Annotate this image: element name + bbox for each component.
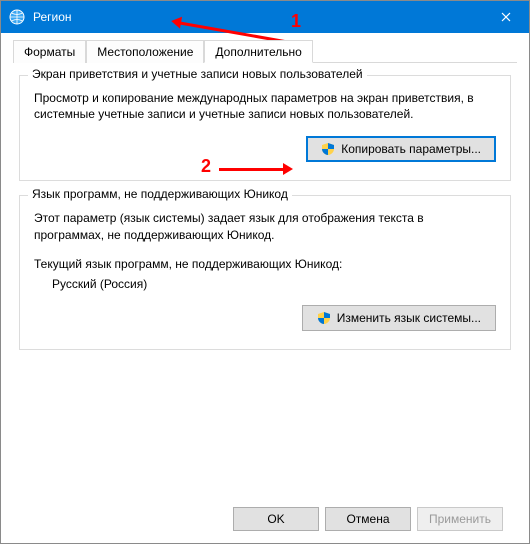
button-label: Копировать параметры... — [341, 142, 481, 156]
group-desc: Просмотр и копирование международных пар… — [34, 90, 496, 122]
dialog-footer: OK Отмена Применить — [13, 497, 517, 543]
copy-settings-button[interactable]: Копировать параметры... — [306, 136, 496, 162]
shield-icon — [317, 311, 331, 325]
annotation-1: 1 — [291, 11, 301, 32]
group-welcome-screen: Экран приветствия и учетные записи новых… — [19, 75, 511, 181]
group-legend: Экран приветствия и учетные записи новых… — [28, 67, 367, 81]
group-legend: Язык программ, не поддерживающих Юникод — [28, 187, 292, 201]
close-button[interactable] — [483, 1, 529, 33]
group-desc: Этот параметр (язык системы) задает язык… — [34, 210, 496, 242]
group-non-unicode: Язык программ, не поддерживающих Юникод … — [19, 195, 511, 349]
apply-button[interactable]: Применить — [417, 507, 503, 531]
tab-location[interactable]: Местоположение — [86, 40, 204, 63]
tab-formats[interactable]: Форматы — [13, 40, 86, 63]
tab-administrative[interactable]: Дополнительно — [204, 40, 312, 63]
titlebar: Регион — [1, 1, 529, 33]
ok-button[interactable]: OK — [233, 507, 319, 531]
button-label: Изменить язык системы... — [337, 311, 481, 325]
cancel-button[interactable]: Отмена — [325, 507, 411, 531]
current-language-value: Русский (Россия) — [52, 277, 496, 291]
globe-icon — [9, 9, 25, 25]
shield-icon — [321, 142, 335, 156]
region-dialog: Регион 1 2 Форматы Местоположение Дополн… — [0, 0, 530, 544]
client-area: Форматы Местоположение Дополнительно Экр… — [1, 33, 529, 543]
window-title: Регион — [33, 10, 72, 24]
change-system-locale-button[interactable]: Изменить язык системы... — [302, 305, 496, 331]
tab-content: Экран приветствия и учетные записи новых… — [13, 63, 517, 497]
tab-row: Форматы Местоположение Дополнительно — [13, 39, 517, 63]
current-language-label: Текущий язык программ, не поддерживающих… — [34, 257, 496, 271]
